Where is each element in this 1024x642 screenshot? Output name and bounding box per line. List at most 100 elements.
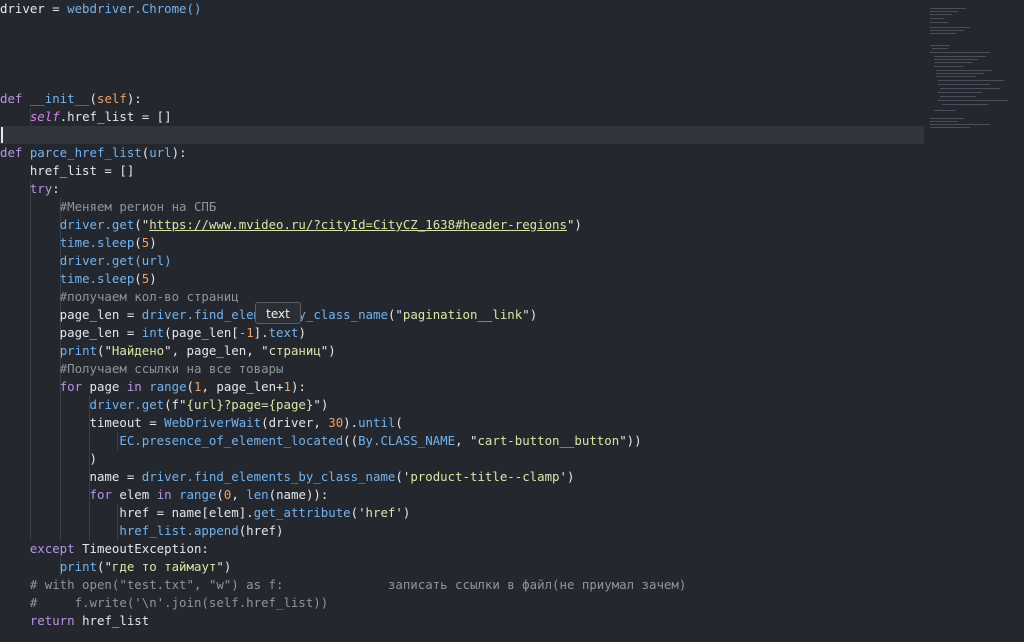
code-token: ", page_len, " [164, 343, 269, 358]
code-token: ) [298, 325, 306, 340]
code-token: (" [387, 307, 403, 322]
code-token: страниц [268, 343, 321, 358]
code-token: ") [216, 559, 232, 574]
code-line[interactable]: return href_list [0, 612, 149, 630]
minimap-line [930, 121, 958, 122]
code-line[interactable]: # f.write('\n'.join(self.href_list)) [0, 594, 328, 612]
code-line[interactable]: def __init__(self): [0, 90, 142, 108]
minimap-line [938, 80, 1004, 81]
code-line[interactable]: except TimeoutException: [0, 540, 209, 558]
code-token: (" [97, 343, 112, 358]
code-token: ( [216, 487, 224, 502]
code-line[interactable]: #получаем кол-во страниц [0, 288, 239, 306]
code-token: except [29, 541, 75, 556]
minimap-line [930, 22, 948, 23]
code-line[interactable]: #Получаем ссылки на все товары [0, 360, 284, 378]
code-token: url [149, 145, 172, 160]
code-line[interactable]: def parce_href_list(url): [0, 144, 187, 162]
code-token: (" [134, 217, 150, 232]
code-line[interactable]: EC.presence_of_element_located((By.CLASS… [0, 432, 641, 450]
code-token: ) [0, 451, 97, 466]
code-token: ") [320, 343, 336, 358]
code-token: ): [171, 145, 187, 160]
code-line[interactable]: ) [0, 450, 97, 468]
code-token: , " [455, 433, 478, 448]
code-line[interactable]: self.href_list = [] [0, 108, 172, 126]
code-line[interactable]: time.sleep(5) [0, 270, 157, 288]
code-token: ): [126, 91, 142, 106]
code-line[interactable]: try: [0, 180, 60, 198]
code-token: product-title--clamp [410, 469, 560, 484]
code-token: self [29, 109, 60, 124]
code-token: href [365, 505, 396, 520]
minimap-line [934, 66, 964, 67]
minimap-line [930, 124, 990, 125]
code-line[interactable]: name = driver.find_elements_by_class_nam… [0, 468, 575, 486]
code-line[interactable]: href = name[elem].get_attribute('href') [0, 504, 410, 522]
code-token: (" [97, 559, 112, 574]
code-line[interactable]: for elem in range(0, len(name)): [0, 486, 329, 504]
code-token: #Меняем регион на СПБ [0, 199, 217, 214]
code-line[interactable]: driver.get(url) [0, 252, 172, 270]
code-token: ). [343, 415, 359, 430]
code-token: (href) [238, 523, 284, 538]
code-token: self [97, 91, 127, 106]
minimap-line [942, 104, 988, 105]
hover-tooltip: text [255, 302, 301, 324]
minimap-line [930, 27, 970, 28]
code-token: ") [566, 217, 582, 232]
code-token: print [59, 559, 97, 574]
code-line[interactable]: driver.get("https://www.mvideo.ru/?cityI… [0, 216, 582, 234]
code-token: driver.find_elements_by_class_name [141, 469, 396, 484]
code-line[interactable]: timeout = WebDriverWait(driver, 30).unti… [0, 414, 403, 432]
code-line[interactable]: href_list.append(href) [0, 522, 283, 540]
code-line[interactable]: print("Найдено", page_len, "страниц") [0, 342, 336, 360]
code-token: page_len = [0, 307, 142, 322]
code-token: elem [111, 487, 157, 502]
code-token: range [149, 379, 187, 394]
code-token: href_list [74, 613, 150, 628]
code-line[interactable]: # with open("test.txt", "w") as f: запис… [0, 576, 686, 594]
code-token: #Получаем ссылки на все товары [0, 361, 284, 376]
code-token: 30 [328, 415, 344, 430]
code-line[interactable]: time.sleep(5) [0, 234, 157, 252]
minimap-line [930, 127, 970, 128]
minimap-line [936, 73, 984, 74]
code-token: in [156, 487, 172, 502]
code-line[interactable]: #Меняем регион на СПБ [0, 198, 217, 216]
code-token: parce_href_list [29, 145, 142, 160]
code-token: (f" [164, 397, 187, 412]
code-line[interactable]: href_list = [] [0, 162, 134, 180]
minimap-line [930, 8, 966, 9]
code-token: in [126, 379, 142, 394]
minimap-line [930, 33, 956, 34]
minimap-line [938, 100, 1008, 101]
code-line[interactable]: for page in range(1, page_len+1): [0, 378, 306, 396]
minimap-line [930, 14, 952, 15]
code-line[interactable]: page_len = int(page_len[-1].text) [0, 324, 306, 342]
code-line[interactable]: print("где то таймаут") [0, 558, 232, 576]
minimap[interactable] [926, 0, 1024, 642]
code-token: (' [395, 469, 411, 484]
code-line[interactable]: driver.get(f"{url}?page={page}") [0, 396, 329, 414]
code-token: def [0, 91, 30, 106]
code-token: driver.get [89, 397, 165, 412]
code-token: webdriver.Chrome() [67, 1, 202, 16]
code-token: for [89, 487, 112, 502]
minimap-line [930, 30, 964, 31]
code-editor[interactable]: driver = webdriver.Chrome() def __init__(… [0, 0, 924, 642]
code-token: EC.presence_of_element_located [119, 433, 344, 448]
code-token: (name)): [268, 487, 329, 502]
code-token: ( [134, 235, 142, 250]
code-line[interactable]: driver = webdriver.Chrome() [0, 0, 201, 18]
